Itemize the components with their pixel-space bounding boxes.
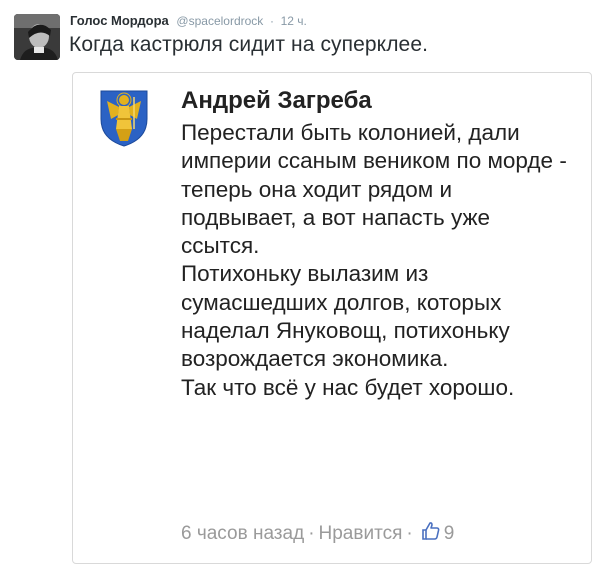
tweet-header: Голос Мордора @spacelordrock · 12 ч.	[70, 13, 307, 28]
like-link[interactable]: Нравится	[319, 523, 403, 544]
comment-paragraph: Перестали быть колонией, дали империи сс…	[181, 120, 567, 259]
comment-body: Перестали быть колонией, дали империи сс…	[181, 119, 573, 402]
separator-dot: ·	[269, 14, 274, 28]
comment-paragraph: Так что всё у нас будет хорошо.	[181, 374, 515, 400]
thumbs-up-icon[interactable]	[421, 521, 441, 547]
comment-footer: 6 часов назад · Нравится · 9	[181, 521, 454, 547]
separator-dot: ·	[406, 523, 413, 544]
author-name[interactable]: Голос Мордора	[70, 13, 169, 28]
comment-container: Андрей Загреба Перестали быть колонией, …	[81, 73, 583, 563]
user-avatar[interactable]	[14, 14, 60, 60]
author-handle[interactable]: @spacelordrock	[176, 14, 263, 28]
separator-dot: ·	[308, 523, 315, 544]
like-count: 9	[443, 523, 455, 544]
tweet-timestamp[interactable]: 12 ч.	[281, 14, 307, 28]
comment-timestamp[interactable]: 6 часов назад	[181, 523, 304, 544]
embedded-comment-card: Андрей Загреба Перестали быть колонией, …	[72, 72, 592, 564]
comment-author[interactable]: Андрей Загреба	[181, 87, 372, 115]
comment-paragraph: Потихоньку вылазим из сумасшедших долгов…	[181, 261, 510, 372]
tweet-text: Когда кастрюля сидит на суперклее.	[69, 33, 429, 56]
tweet: Голос Мордора @spacelordrock · 12 ч. Ког…	[0, 0, 600, 568]
coat-of-arms[interactable]	[99, 89, 149, 147]
